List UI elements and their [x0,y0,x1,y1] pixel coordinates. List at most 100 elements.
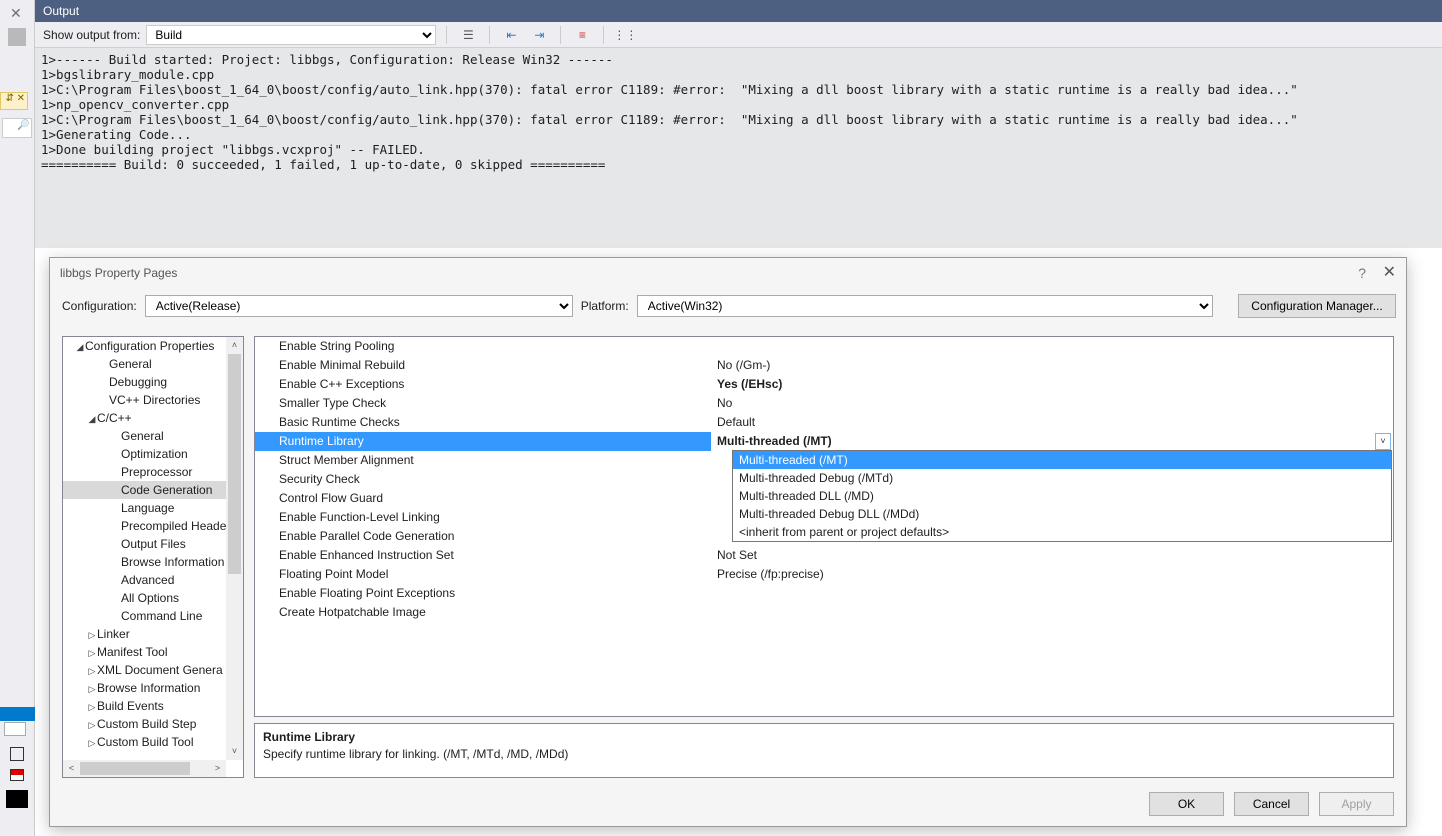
scroll-thumb[interactable] [228,354,241,574]
tree-item[interactable]: Command Line [63,607,226,625]
tree-item[interactable]: ◢C/C++ [63,409,226,427]
toolbox-flag-icon[interactable] [10,769,24,781]
platform-select[interactable]: Active(Win32) [637,295,1213,317]
property-label: Enable Minimal Rebuild [255,356,711,375]
tree-item[interactable]: ▷Custom Build Tool [63,733,226,751]
property-row[interactable]: Floating Point ModelPrecise (/fp:precise… [255,565,1393,584]
runtime-library-dropdown[interactable]: Multi-threaded (/MT)Multi-threaded Debug… [732,450,1392,542]
tree-item[interactable]: VC++ Directories [63,391,226,409]
tree-item[interactable]: Advanced [63,571,226,589]
property-value[interactable] [711,584,1393,603]
tree-item[interactable]: ▷Manifest Tool [63,643,226,661]
output-text: 1>------ Build started: Project: libbgs,… [35,48,1442,248]
tree-hscrollbar[interactable]: ˂ ˃ [63,760,226,777]
tree-item[interactable]: ▷Browse Information [63,679,226,697]
indent-left-icon[interactable]: ⇤ [500,25,522,45]
configuration-manager-button[interactable]: Configuration Manager... [1238,294,1396,318]
output-source-select[interactable]: Build [146,25,436,45]
property-row[interactable]: Enable Floating Point Exceptions [255,584,1393,603]
scroll-right-icon[interactable]: ˃ [209,760,226,777]
tree-item[interactable]: ◢Configuration Properties [63,337,226,355]
property-value[interactable] [711,337,1393,356]
output-panel-title: Output [35,0,1442,22]
chevron-down-icon[interactable]: ˅ [1375,433,1391,450]
description-title: Runtime Library [263,730,1385,744]
tree-item[interactable]: Optimization [63,445,226,463]
property-row[interactable]: Enable Enhanced Instruction SetNot Set [255,546,1393,565]
toolbox-console-icon[interactable] [6,790,28,808]
tree-item[interactable]: Precompiled Heade [63,517,226,535]
toolbox-select-icon[interactable] [4,722,26,736]
blue-bar-icon [0,707,35,721]
toolbox-align-icon[interactable] [10,747,24,761]
pinned-tab-badge[interactable]: ⇵ ✕ [0,92,28,110]
scroll-up-icon[interactable]: ˄ [226,337,243,354]
dialog-buttons: OK Cancel Apply [1149,792,1394,816]
tree-item[interactable]: Preprocessor [63,463,226,481]
property-row[interactable]: Create Hotpatchable Image [255,603,1393,622]
toolbar-extra-icon[interactable]: ⋮⋮ [614,25,636,45]
tree-item[interactable]: All Options [63,589,226,607]
scroll-hthumb[interactable] [80,762,190,775]
property-row[interactable]: Enable String Pooling [255,337,1393,356]
property-grid[interactable]: Enable String PoolingEnable Minimal Rebu… [254,336,1394,717]
tree-vscrollbar[interactable]: ˄ ˅ [226,337,243,760]
dialog-titlebar: libbgs Property Pages ? ✕ [50,258,1406,288]
tree-item[interactable]: Output Files [63,535,226,553]
indent-right-icon[interactable]: ⇥ [528,25,550,45]
tree-item[interactable]: ▷Linker [63,625,226,643]
dropdown-option[interactable]: Multi-threaded (/MT) [733,451,1391,469]
property-value[interactable]: No (/Gm-) [711,356,1393,375]
ok-button[interactable]: OK [1149,792,1224,816]
tree-item[interactable]: General [63,427,226,445]
configuration-select[interactable]: Active(Release) [145,295,573,317]
close-icon[interactable]: ✕ [10,5,22,22]
property-label: Floating Point Model [255,565,711,584]
toggle-wrap-icon[interactable]: ≡ [571,25,593,45]
tree-item[interactable]: Debugging [63,373,226,391]
property-value[interactable]: Yes (/EHsc) [711,375,1393,394]
close-icon[interactable]: ✕ [1383,258,1396,288]
property-row[interactable]: Enable Minimal RebuildNo (/Gm-) [255,356,1393,375]
tree-item[interactable]: ▷Custom Build Step [63,715,226,733]
search-input[interactable] [2,118,32,138]
property-label: Struct Member Alignment [255,451,711,470]
apply-button[interactable]: Apply [1319,792,1394,816]
property-tree[interactable]: ◢Configuration PropertiesGeneralDebuggin… [62,336,244,778]
tree-item[interactable]: Browse Information [63,553,226,571]
tree-item[interactable]: Language [63,499,226,517]
property-pages-dialog: libbgs Property Pages ? ✕ Configuration:… [49,257,1407,827]
tree-item[interactable]: General [63,355,226,373]
property-label: Enable Enhanced Instruction Set [255,546,711,565]
property-row[interactable]: Enable C++ ExceptionsYes (/EHsc) [255,375,1393,394]
platform-label: Platform: [581,299,629,313]
property-row[interactable]: Basic Runtime ChecksDefault [255,413,1393,432]
property-value[interactable]: Default [711,413,1393,432]
separator [446,26,447,44]
square-icon[interactable] [8,28,26,46]
tree-item[interactable]: Code Generation [63,481,226,499]
property-value[interactable]: Not Set [711,546,1393,565]
property-value[interactable]: Multi-threaded (/MT) [711,432,1393,451]
help-icon[interactable]: ? [1358,258,1366,288]
left-gutter: ✕ ⇵ ✕ [0,0,35,836]
clear-output-icon[interactable]: ☰ [457,25,479,45]
separator [489,26,490,44]
property-row[interactable]: Smaller Type CheckNo [255,394,1393,413]
property-value[interactable]: Precise (/fp:precise) [711,565,1393,584]
property-value[interactable] [711,603,1393,622]
property-label: Control Flow Guard [255,489,711,508]
dialog-topbar: Configuration: Active(Release) Platform:… [50,288,1406,324]
dropdown-option[interactable]: Multi-threaded Debug DLL (/MDd) [733,505,1391,523]
tree-item[interactable]: ▷XML Document Genera [63,661,226,679]
property-value[interactable]: No [711,394,1393,413]
cancel-button[interactable]: Cancel [1234,792,1309,816]
dropdown-option[interactable]: <inherit from parent or project defaults… [733,523,1391,541]
tree-item[interactable]: ▷Build Events [63,697,226,715]
scroll-left-icon[interactable]: ˂ [63,760,80,777]
dropdown-option[interactable]: Multi-threaded DLL (/MD) [733,487,1391,505]
property-row[interactable]: Runtime LibraryMulti-threaded (/MT) [255,432,1393,451]
property-label: Enable C++ Exceptions [255,375,711,394]
dropdown-option[interactable]: Multi-threaded Debug (/MTd) [733,469,1391,487]
scroll-down-icon[interactable]: ˅ [226,743,243,760]
